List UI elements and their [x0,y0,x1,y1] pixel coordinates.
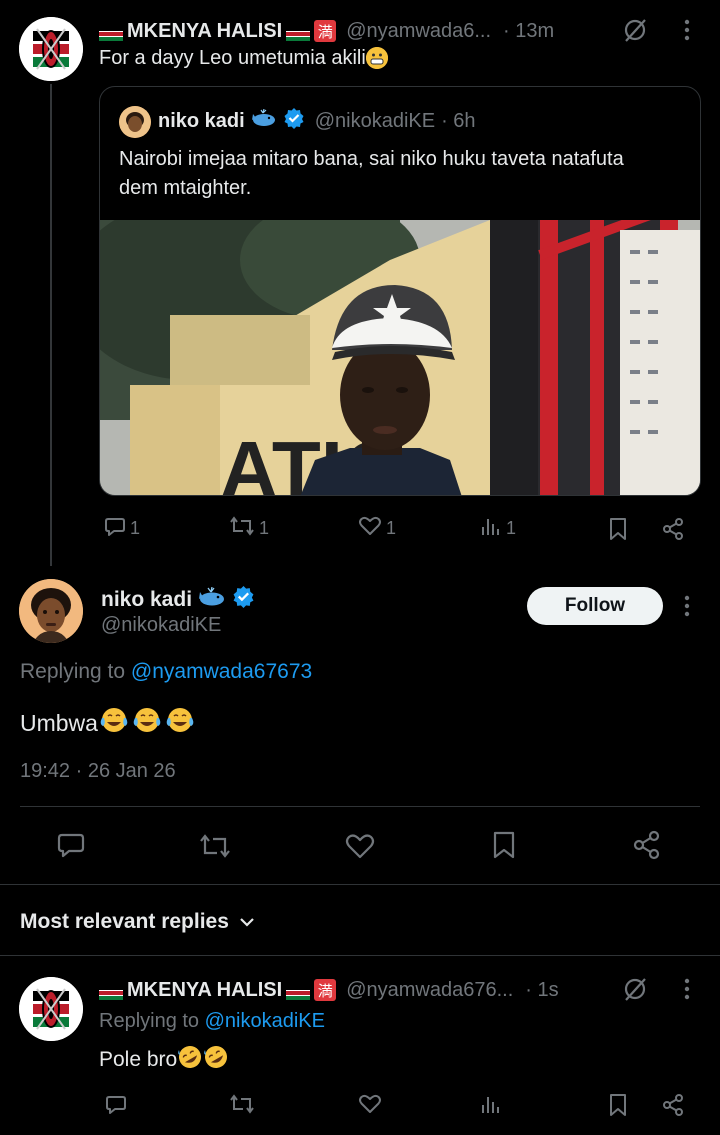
top-post-header: MKENYA HALISI 満 @nyamwada6... · 13m [99,17,554,45]
main-post-avatar[interactable] [19,579,83,643]
kenya-flag-icon [286,983,311,1000]
main-post-text: Umbwa [20,706,198,740]
top-post-display-name[interactable]: MKENYA HALISI [127,20,282,43]
reply-text: Pole bro [99,1044,229,1076]
divider [0,955,720,956]
views-chart-icon [480,515,502,542]
bookmark-icon[interactable] [608,517,628,541]
reply-time: · 1s [525,978,559,1001]
whale-emoji-icon [198,586,226,613]
reply-header: MKENYA HALISI 満 @nyamwada676... · 1s [99,976,559,1004]
tears-of-joy-emoji-icon [165,706,198,740]
top-post-handle[interactable]: @nyamwada6... [346,20,491,43]
quote-avatar[interactable] [119,106,151,138]
reply-avatar[interactable] [19,977,83,1041]
main-post-text-content: Umbwa [20,709,98,736]
grin-emoji-icon [365,47,388,69]
reply-bookmark-icon[interactable] [608,1093,628,1117]
main-post-handle[interactable]: @nikokadiKE [101,614,221,637]
quote-header: niko kadi @nikokadiKE · 6h [158,107,476,135]
reply-handle[interactable]: @nyamwada676... [346,979,513,1002]
reply-icon[interactable] [56,832,86,860]
top-views-action[interactable]: 1 [480,515,516,542]
whale-emoji-icon [251,108,277,133]
tears-of-joy-emoji-icon [132,706,165,740]
share-icon[interactable] [632,830,662,860]
thread-line [50,84,52,566]
divider [0,884,720,885]
reply-display-name[interactable]: MKENYA HALISI [127,979,282,1002]
replying-handle-link[interactable]: @nikokadiKE [205,1010,325,1032]
quote-display-name[interactable]: niko kadi [158,110,245,133]
top-repost-action[interactable]: 1 [229,515,269,542]
chevron-down-icon [239,910,255,934]
main-post-replying-to: Replying to @nyamwada67673 [20,660,312,684]
like-icon[interactable] [344,832,376,860]
quote-handle[interactable]: @nikokadiKE [315,110,435,133]
divider [20,806,700,807]
kenya-flag-icon [99,983,123,1000]
repost-icon [229,515,255,542]
more-options-icon[interactable] [682,977,692,1001]
reply-count: 1 [130,518,141,538]
kenya-flag-icon [286,24,311,41]
top-post-time: · 13m [503,19,555,42]
quoted-post-card[interactable]: niko kadi @nikokadiKE · 6h Nairobi imeja… [99,86,701,496]
top-post-text: For a dayy Leo umetumia akili [99,47,388,70]
like-count: 1 [386,518,397,538]
avatar-mkenya[interactable] [19,17,83,81]
top-like-action[interactable]: 1 [358,515,396,542]
replying-prefix: Replying to [99,1010,200,1032]
verified-badge-icon [283,107,305,135]
share-icon[interactable] [661,517,685,541]
reply-text-content: Pole bro [99,1048,178,1071]
main-post-timestamp[interactable]: 19:42 · 26 Jan 26 [20,760,176,783]
top-post-text-content: For a dayy Leo umetumia akili [99,47,366,69]
replying-handle-link[interactable]: @nyamwada67673 [131,660,312,683]
quote-text: Nairobi imejaa mitaro bana, sai niko huk… [119,148,624,199]
grok-icon[interactable] [622,17,648,43]
reply-like-icon[interactable] [358,1093,382,1115]
reply-views-icon[interactable] [480,1093,502,1115]
comment-icon [104,515,126,542]
grok-icon[interactable] [622,976,648,1002]
heart-icon [358,515,382,542]
reply-repost-icon[interactable] [229,1093,255,1115]
repost-count: 1 [259,518,270,538]
bookmark-icon[interactable] [491,830,517,860]
reply-share-icon[interactable] [661,1093,685,1117]
main-post-display-name[interactable]: niko kadi [101,588,192,612]
quote-time: · 6h [441,109,476,132]
verified-badge-icon [232,585,255,614]
reply-replying-to: Replying to @nikokadiKE [99,1010,325,1033]
main-post-name-row: niko kadi [101,585,255,614]
repost-icon[interactable] [198,832,232,860]
replying-prefix: Replying to [20,660,126,683]
rofl-emoji-icon [177,1044,203,1076]
follow-button[interactable]: Follow [527,587,663,625]
chinese-badge-icon: 満 [314,20,337,42]
tears-of-joy-emoji-icon [99,706,132,740]
reply-comment-icon[interactable] [104,1093,128,1115]
more-options-icon[interactable] [682,18,692,42]
quote-photo[interactable]: ATIO [100,220,700,495]
replies-sort-dropdown[interactable]: Most relevant replies [20,910,255,934]
chinese-badge-icon: 満 [314,979,337,1001]
top-reply-action[interactable]: 1 [104,515,140,542]
views-count: 1 [506,518,517,538]
kenya-flag-icon [99,24,123,41]
rofl-emoji-icon [203,1044,229,1076]
more-options-icon[interactable] [682,594,692,618]
replies-sort-label: Most relevant replies [20,910,229,933]
